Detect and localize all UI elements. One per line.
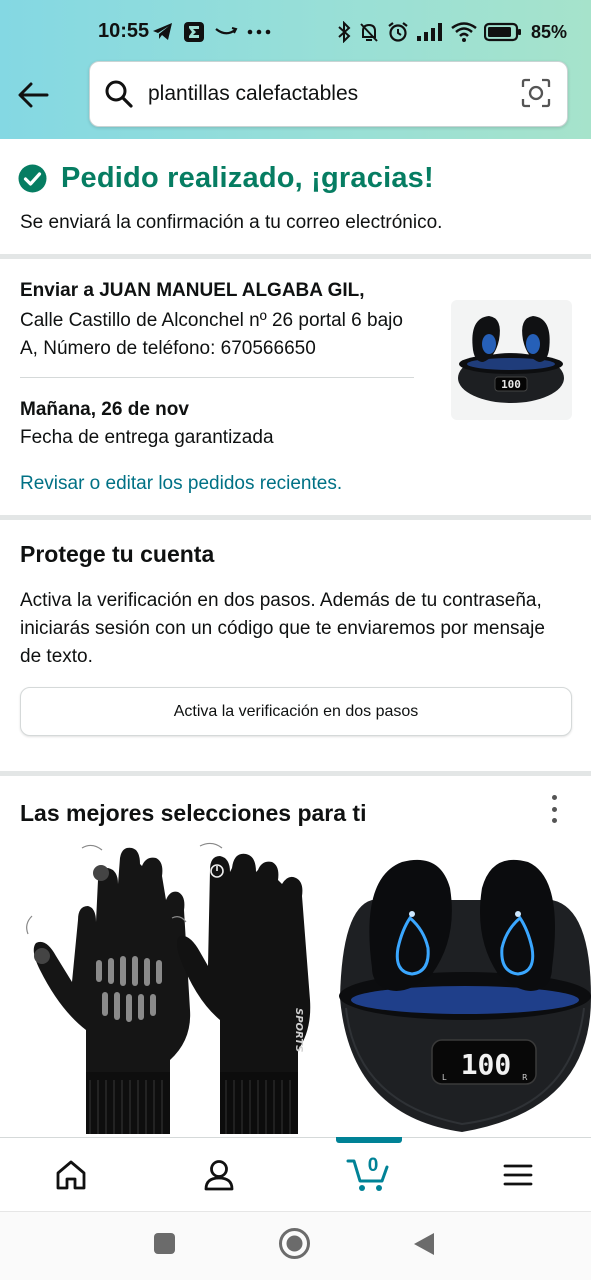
app-header: 10:55 85% plantillas calefactables: [0, 0, 591, 139]
enable-two-step-button[interactable]: Activa la verificación en dos pasos: [20, 687, 572, 736]
shipping-address: Calle Castillo de Alconchel nº 26 portal…: [20, 310, 403, 359]
section-divider: [0, 515, 591, 520]
arrow-left-icon: [18, 82, 49, 108]
delivery-date: Mañana, 26 de nov: [20, 399, 189, 420]
system-navigation-bar: [0, 1211, 591, 1280]
shipping-divider: [20, 377, 414, 378]
status-system-icons: 85%: [337, 18, 567, 46]
product-card-gloves[interactable]: SPORTS: [20, 840, 320, 1138]
sigma-app-icon: [184, 22, 204, 42]
earbuds-display-readout: 100: [461, 1048, 512, 1081]
earbuds-product-image: 100 L R: [339, 859, 591, 1132]
ordered-product-thumbnail[interactable]: 100: [451, 300, 572, 420]
cart-count-badge: 0: [367, 1155, 379, 1176]
telegram-icon: [153, 23, 172, 40]
more-dots-icon: [247, 29, 271, 35]
signal-icon: [416, 23, 442, 41]
search-icon: [105, 80, 133, 108]
delivery-note: Fecha de entrega garantizada: [20, 427, 274, 448]
alarm-icon: [388, 22, 408, 42]
earbuds-thumbnail-image: 100: [458, 316, 564, 403]
protect-account-title: Protege tu cuenta: [20, 541, 215, 567]
check-circle-icon: [18, 164, 47, 193]
gloves-product-image: SPORTS: [26, 842, 311, 1134]
section-divider: [0, 254, 591, 259]
recommendations-title: Las mejores selecciones para ti: [20, 800, 367, 826]
nav-home[interactable]: [31, 1138, 111, 1212]
nav-account[interactable]: [179, 1138, 259, 1212]
confirmation-title: Pedido realizado, ¡gracias!: [61, 162, 434, 194]
review-orders-link[interactable]: Revisar o editar los pedidos recientes.: [20, 473, 342, 495]
confirmation-subtitle: Se enviará la confirmación a tu correo e…: [20, 212, 443, 233]
recents-button-icon[interactable]: [153, 1232, 176, 1255]
camera-scan-icon[interactable]: [520, 77, 552, 109]
battery-icon: [483, 22, 521, 42]
menu-icon: [503, 1164, 533, 1186]
gloves-brand-text: SPORTS: [293, 1008, 304, 1052]
earbuds-right-label: R: [522, 1073, 528, 1082]
status-notification-icons: [152, 18, 271, 46]
status-bar: 10:55 85%: [0, 0, 591, 62]
bluetooth-icon: [338, 21, 351, 43]
amazon-smile-icon: [215, 27, 238, 35]
account-icon: [204, 1160, 234, 1191]
back-button[interactable]: [14, 76, 52, 114]
home-icon: [56, 1160, 86, 1190]
search-bar[interactable]: plantillas calefactables: [89, 61, 568, 127]
battery-percent: 85%: [530, 21, 567, 42]
product-card-earbuds[interactable]: 100 L R: [332, 848, 591, 1138]
home-button-icon[interactable]: [278, 1227, 311, 1260]
shipping-recipient: Enviar a JUAN MANUEL ALGABA GIL,: [20, 280, 365, 301]
order-confirmation-header: Pedido realizado, ¡gracias!: [18, 162, 434, 195]
bottom-navigation: [0, 1137, 591, 1211]
wifi-icon: [451, 22, 477, 42]
earbuds-left-label: L: [442, 1073, 447, 1082]
back-button-icon[interactable]: [413, 1232, 435, 1256]
status-time: 10:55: [98, 20, 150, 42]
nav-menu[interactable]: [478, 1138, 558, 1212]
protect-account-body: Activa la verificación en dos pasos. Ade…: [20, 590, 545, 667]
section-divider: [0, 771, 591, 776]
thumbnail-display-readout: 100: [501, 378, 521, 391]
bell-off-icon: [360, 23, 378, 42]
search-input[interactable]: plantillas calefactables: [148, 82, 358, 106]
more-options-icon[interactable]: [541, 793, 567, 825]
